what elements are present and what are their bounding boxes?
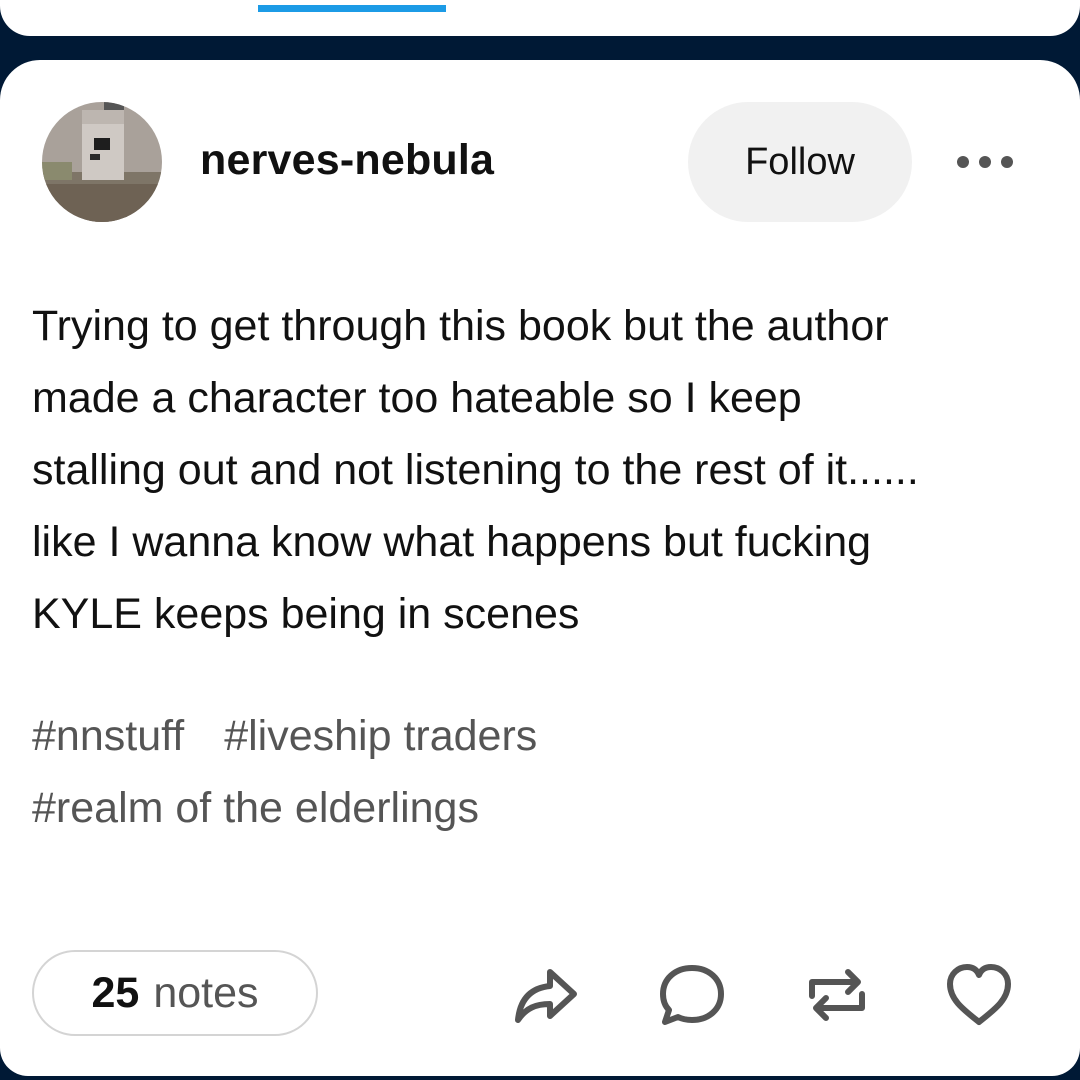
more-horizontal-icon: [957, 156, 1013, 168]
post-body: Trying to get through this book but the …: [32, 290, 1057, 650]
share-button[interactable]: [508, 958, 582, 1032]
reblog-icon: [809, 969, 865, 1021]
tag-link[interactable]: #realm of the elderlings: [32, 772, 479, 844]
user-avatar[interactable]: [42, 102, 162, 222]
share-icon: [515, 969, 577, 1023]
more-options-button[interactable]: [950, 140, 1020, 184]
follow-button[interactable]: Follow: [688, 102, 912, 222]
avatar-photo: [42, 102, 162, 222]
post-username[interactable]: nerves-nebula: [200, 136, 494, 185]
notes-label: notes: [153, 968, 259, 1017]
tag-link[interactable]: #nnstuff: [32, 700, 184, 772]
heart-icon: [947, 964, 1011, 1025]
post-body-line: KYLE keeps being in scenes: [32, 590, 580, 638]
tag-link[interactable]: #liveship traders: [224, 700, 537, 772]
post-body-line: like I wanna know what happens but fucki…: [32, 518, 872, 566]
active-tab-indicator: [258, 5, 446, 12]
reply-button[interactable]: [655, 958, 729, 1032]
reblog-button[interactable]: [800, 958, 874, 1032]
post-body-line: made a character too hateable so I keep: [32, 374, 802, 422]
notes-count: 25: [91, 968, 140, 1017]
previous-post-card: [0, 0, 1080, 36]
like-button[interactable]: [942, 958, 1016, 1032]
comment-icon: [660, 965, 724, 1025]
post-body-line: stalling out and not listening to the re…: [32, 446, 919, 494]
post-body-line: Trying to get through this book but the …: [32, 302, 889, 350]
notes-button[interactable]: 25 notes: [32, 950, 318, 1036]
post-tags: #nnstuff #liveship traders #realm of the…: [32, 700, 1032, 844]
